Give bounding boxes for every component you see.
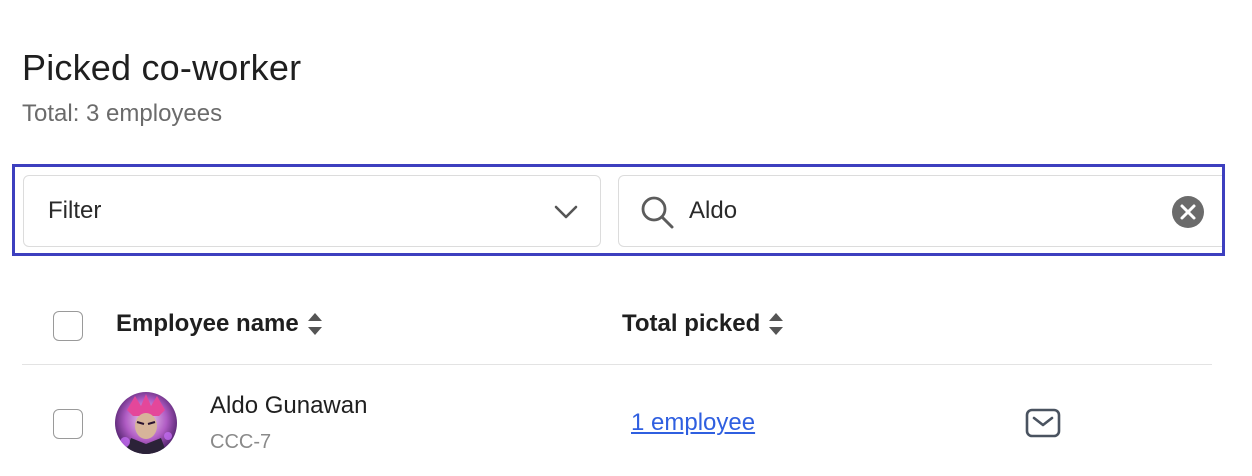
sort-icon bbox=[769, 313, 784, 335]
avatar bbox=[115, 392, 177, 454]
column-header-label: Employee name bbox=[116, 310, 299, 337]
column-header-total-picked[interactable]: Total picked bbox=[622, 308, 784, 340]
total-picked-link[interactable]: 1 employee bbox=[631, 407, 755, 439]
mail-icon[interactable] bbox=[1025, 407, 1061, 439]
employee-count: Total: 3 employees bbox=[22, 100, 223, 127]
sort-icon bbox=[307, 313, 322, 335]
select-all-checkbox[interactable] bbox=[53, 311, 83, 341]
clear-icon[interactable] bbox=[1171, 195, 1205, 229]
chevron-down-icon bbox=[554, 205, 578, 219]
filter-bar: Filter bbox=[12, 164, 1225, 256]
search-icon bbox=[641, 196, 674, 229]
employee-id: CCC-7 bbox=[210, 431, 272, 453]
employee-name: Aldo Gunawan bbox=[210, 392, 368, 419]
row-checkbox[interactable] bbox=[53, 409, 83, 439]
search-input[interactable] bbox=[689, 190, 1159, 232]
search-box bbox=[618, 175, 1222, 247]
table-divider bbox=[22, 364, 1212, 365]
page-title: Picked co-worker bbox=[22, 47, 302, 88]
column-header-employee-name[interactable]: Employee name bbox=[116, 308, 323, 340]
column-header-label: Total picked bbox=[622, 310, 761, 337]
filter-label: Filter bbox=[48, 197, 102, 224]
filter-dropdown[interactable]: Filter bbox=[23, 175, 601, 247]
